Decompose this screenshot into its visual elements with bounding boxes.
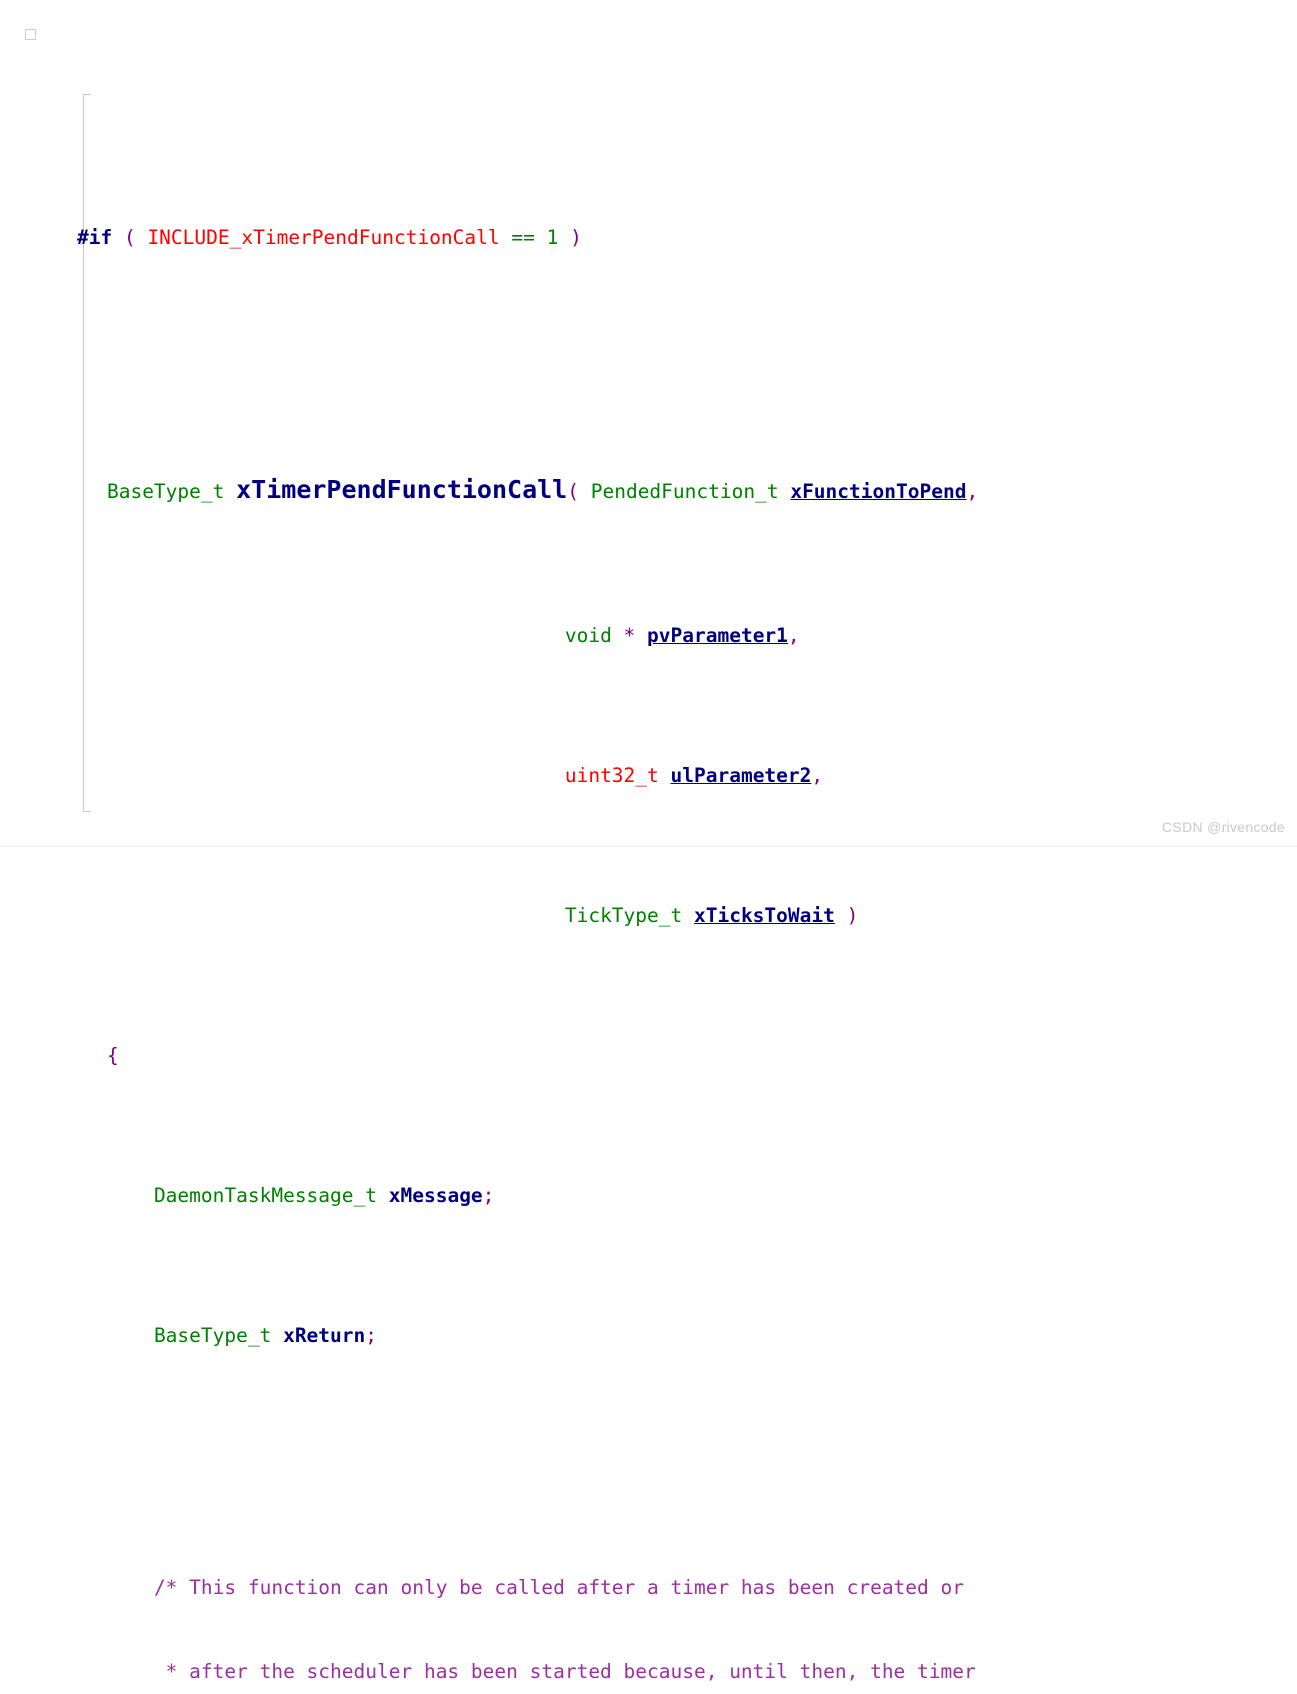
watermark-csdn: CSDN @rivencode xyxy=(1162,819,1285,835)
token-open-brace: { xyxy=(106,1044,119,1067)
token-comment-text: * after the scheduler has been started b… xyxy=(153,1660,976,1683)
code-line-function-signature[interactable]: BaseType_t xTimerPendFunctionCall( Pende… xyxy=(0,448,1297,504)
code-line-param-xtickstowait[interactable]: TickType_t xTicksToWait ) xyxy=(0,874,1297,927)
token-param-xfunctiontopend: xFunctionToPend xyxy=(790,480,967,503)
token-close-paren: ) xyxy=(834,904,859,927)
token-type-ticktype: TickType_t xyxy=(564,904,694,927)
code-line-param-pvparameter1[interactable]: void * pvParameter1, xyxy=(0,594,1297,647)
code-fold-toggle-if[interactable] xyxy=(25,29,36,40)
code-line-open-brace[interactable]: { xyxy=(0,1014,1297,1067)
token-param-ulparameter2: ulParameter2 xyxy=(670,764,812,787)
code-line-param-ulparameter2[interactable]: uint32_t ulParameter2, xyxy=(0,734,1297,787)
token-semicolon: ; xyxy=(365,1324,378,1347)
token-function-name: xTimerPendFunctionCall xyxy=(236,475,568,504)
token-open-paren: ( xyxy=(112,226,148,249)
token-close-paren: ) xyxy=(558,226,582,249)
token-local-xreturn: xReturn xyxy=(283,1324,366,1347)
code-line-preprocessor-if[interactable]: #if ( INCLUDE_xTimerPendFunctionCall == … xyxy=(0,196,1297,249)
code-line-comment-1b[interactable]: * after the scheduler has been started b… xyxy=(0,1630,1297,1683)
token-local-xmessage: xMessage xyxy=(388,1184,483,1207)
token-comma: , xyxy=(811,764,824,787)
code-line-comment-1a[interactable]: /* This function can only be called afte… xyxy=(0,1546,1297,1599)
token-open-paren: ( xyxy=(567,480,591,503)
token-param-xtickstowait: xTicksToWait xyxy=(693,904,835,927)
token-directive-if: #if xyxy=(76,226,113,249)
token-operator-equality: == xyxy=(499,226,547,249)
token-param-type-pendedfunction: PendedFunction_t xyxy=(590,480,791,503)
token-number-one: 1 xyxy=(546,226,559,249)
token-pointer-star: * xyxy=(623,624,648,647)
token-type-uint32: uint32_t xyxy=(564,764,671,787)
token-param-pvparameter1: pvParameter1 xyxy=(647,624,788,647)
code-line-decl-xmessage[interactable]: DaemonTaskMessage_t xMessage; xyxy=(0,1154,1297,1207)
code-line-decl-xreturn[interactable]: BaseType_t xReturn; xyxy=(0,1294,1297,1347)
code-editor-view[interactable]: #if ( INCLUDE_xTimerPendFunctionCall == … xyxy=(0,0,1297,1683)
token-type-basetype: BaseType_t xyxy=(153,1324,284,1347)
token-type-daemontaskmessage: DaemonTaskMessage_t xyxy=(153,1184,389,1207)
token-type-void: void xyxy=(564,624,624,647)
token-comment-text: /* This function can only be called afte… xyxy=(153,1576,964,1599)
token-semicolon: ; xyxy=(482,1184,495,1207)
token-macro-include-flag: INCLUDE_xTimerPendFunctionCall xyxy=(147,226,500,249)
token-comma: , xyxy=(966,480,979,503)
token-return-type: BaseType_t xyxy=(106,480,237,503)
token-comma: , xyxy=(787,624,800,647)
